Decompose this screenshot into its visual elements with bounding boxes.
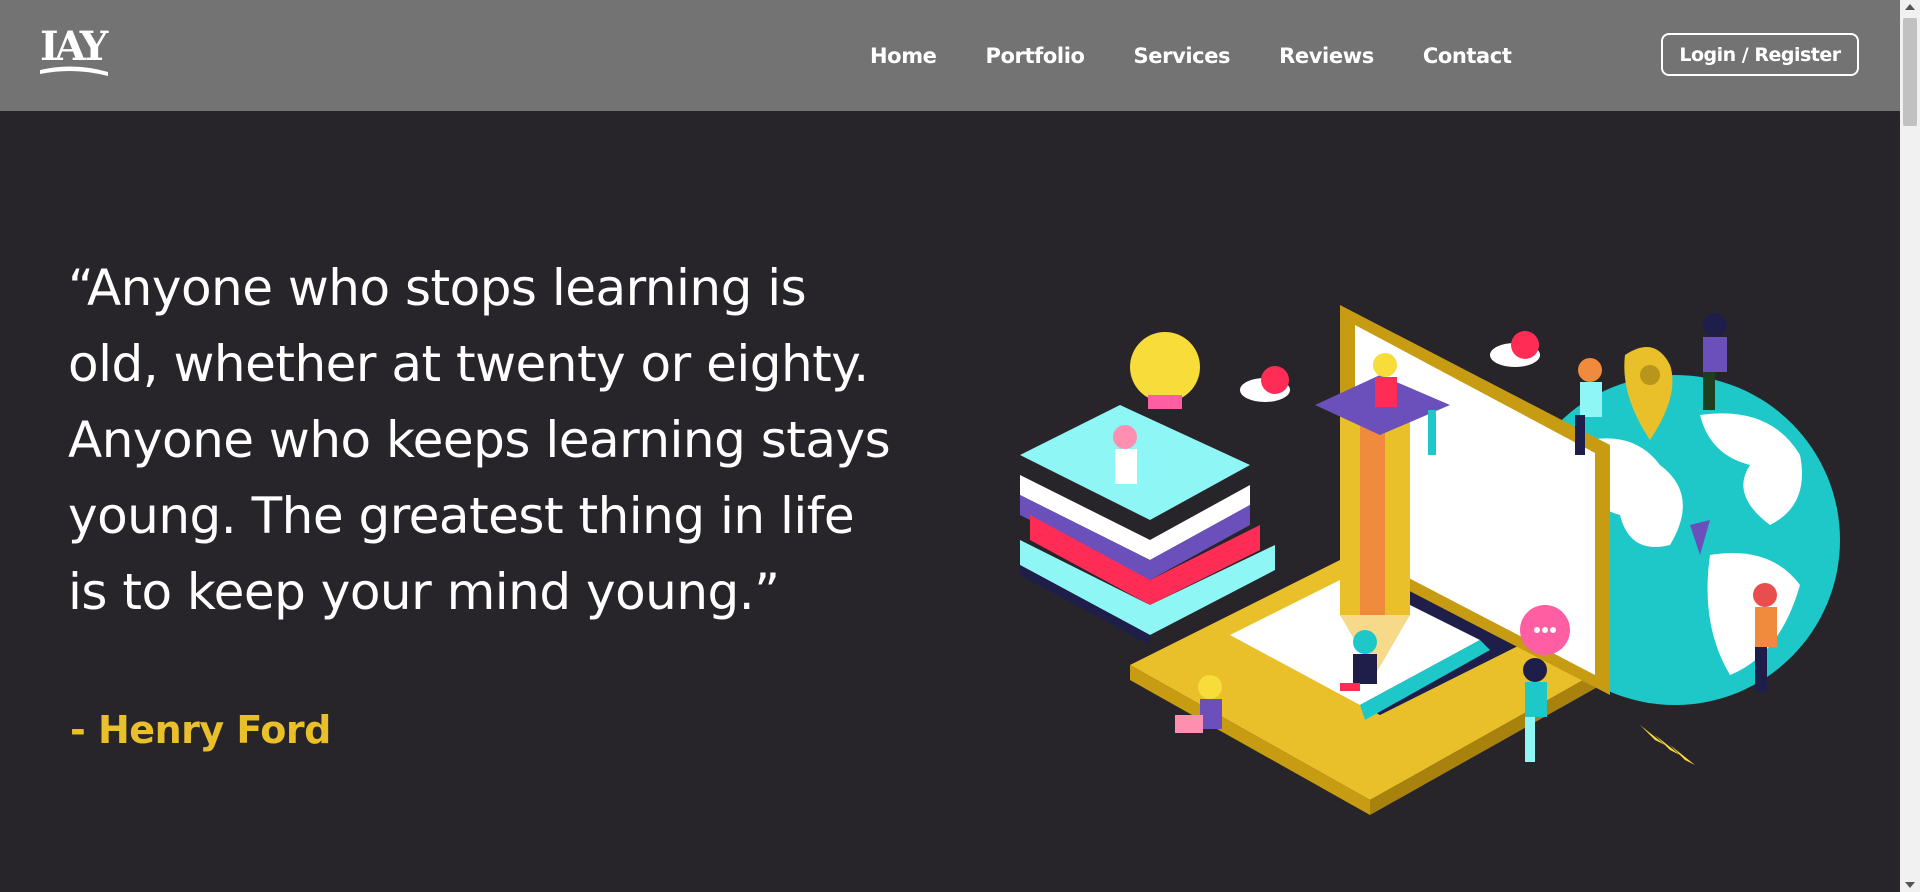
- page-scrollbar[interactable]: [1900, 0, 1920, 892]
- scroll-down-icon[interactable]: [1905, 882, 1915, 888]
- nav-services[interactable]: Services: [1134, 44, 1231, 68]
- scrollbar-thumb[interactable]: [1903, 18, 1917, 126]
- site-logo[interactable]: IAY: [38, 20, 110, 80]
- svg-text:IAY: IAY: [40, 23, 109, 70]
- top-navbar: IAY Home Portfolio Services Reviews Cont…: [0, 0, 1900, 111]
- nav-portfolio[interactable]: Portfolio: [986, 44, 1085, 68]
- login-register-button[interactable]: Login / Register: [1661, 33, 1859, 76]
- quote-author: - Henry Ford: [70, 708, 331, 752]
- scroll-up-icon[interactable]: [1905, 4, 1915, 10]
- nav-contact[interactable]: Contact: [1423, 44, 1512, 68]
- nav-home[interactable]: Home: [870, 44, 937, 68]
- nav-reviews[interactable]: Reviews: [1279, 44, 1374, 68]
- hero-quote: “Anyone who stops learning is old, wheth…: [68, 259, 891, 621]
- isometric-learning-illustration: [1020, 305, 1840, 815]
- main-nav: Home Portfolio Services Reviews Contact: [870, 0, 1561, 111]
